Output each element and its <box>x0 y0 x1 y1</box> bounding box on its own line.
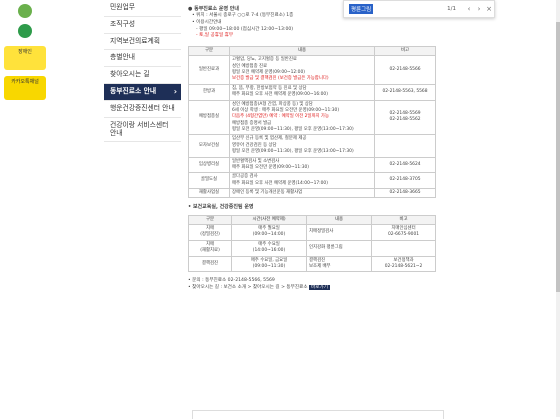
quick-link-3[interactable]: 장애인 <box>4 46 46 70</box>
th-2: 내용 <box>229 45 375 57</box>
service-line: 장애인 등록 및 기능개선운동 재활사업 <box>232 190 303 195</box>
sidebar: 민원업무 조직구성 지역보건의료계획 층별안내 찾아오시는 길 동부진료소 안내… <box>104 0 181 417</box>
footer-directions: • 찾아오시는 길 : 보건소 소개 > 찾아오시는 길 > 동부진료소 바로가… <box>188 284 330 290</box>
service-table-wrap: 구분 내용 비고 일반진료과 고혈압, 당뇨, 고지혈증 등 일반진료 성인 예방접… <box>188 45 436 199</box>
th2-2: 시간(사전 예약제) <box>231 214 307 226</box>
program-time: 매주 수요일 (14:00~16:00) <box>231 239 307 257</box>
program-time: 매주 월요일 (09:00~14:00) <box>231 224 307 241</box>
service-name: 모자보건실 <box>188 134 230 158</box>
quick-link-2[interactable] <box>4 24 46 40</box>
service-row: 재활사업실 장애인 등록 및 기능개선운동 재활사업 02-2148-3665 <box>188 187 436 199</box>
service-row: 임상병리실 일반혈액검사 및 소변검사 매주 화요일 오전만 운영(09:00~11… <box>188 156 436 174</box>
holiday-note: - 토,일 공휴일 휴무 <box>196 33 234 39</box>
find-input[interactable]: 평륜그림 <box>349 4 374 14</box>
service-content: 성인 예방접종(A형 간염, 파상풍 등) 및 상담 6세 이상 학생 : 매주 … <box>229 99 375 136</box>
service-line: 보건증 발급 및 결핵검진 (보건증 발급은 가능합니다) <box>232 76 329 82</box>
service-content: 골다공증 검사 매주 화요일 오후 사전 예약제 운영(14:00~17:00) <box>229 172 375 189</box>
service-note: 02-2148-5566 <box>374 55 436 85</box>
operating-title: • 이용시간안내 <box>192 19 222 25</box>
service-row: 일반진료과 고혈압, 당뇨, 고지혈증 등 일반진료 성인 예방접종 진료 평일 오전… <box>188 55 436 85</box>
program-row: 치매 (재활치료) 매주 수요일 (14:00~16:00) 인지강화 평륜그림 <box>188 239 436 257</box>
program-content: 인지강화 평륜그림 <box>306 239 372 257</box>
sidebar-item-4[interactable]: 층별안내 <box>104 50 181 68</box>
service-name: 골밀도실 <box>188 172 230 189</box>
sidebar-item-8[interactable]: 건강이랑 서비스센터 안내 <box>104 118 181 143</box>
th2-4: 비고 <box>371 214 436 226</box>
service-note: 02-2148-3665 <box>374 187 436 199</box>
previous-result-icon[interactable]: ‹ <box>464 5 474 13</box>
service-name: 재활사업실 <box>188 187 230 199</box>
program-row: 치매 (정밀검진) 매주 월요일 (09:00~14:00) 치매정밀검사 치매안심센… <box>188 224 436 241</box>
service-content: 고혈압, 당뇨, 고지혈증 등 일반진료 성인 예방접종 진료 평일 오전 예약제 … <box>229 55 375 85</box>
th-1: 구분 <box>188 45 230 57</box>
program-time: 매주 수요일, 금요일 (09:00~11:30) <box>231 255 307 273</box>
sidebar-item-1[interactable]: 민원업무 <box>104 0 181 17</box>
service-line: 평일 오전 운영(09:00~11:30), 평일 오후 운영(13:00~17… <box>232 127 354 132</box>
th2-3: 내용 <box>306 214 372 226</box>
scrollbar-thumb[interactable] <box>556 22 560 292</box>
service-note: 02-2148-3705 <box>374 172 436 189</box>
service-row: 골밀도실 골다공증 검사 매주 화요일 오후 사전 예약제 운영(14:00~17:… <box>188 172 436 189</box>
program-note <box>371 239 436 257</box>
sidebar-item-2[interactable]: 조직구성 <box>104 17 181 34</box>
shortcut-button[interactable]: 바로가기 <box>309 284 330 290</box>
service-content: 침, 뜸, 부항, 한방보험약 등 진료 및 상담 매주 화요일 오후 사전 예약… <box>229 83 375 101</box>
find-bar: 평륜그림 1/1 ‹ › × <box>343 0 495 18</box>
service-name: 일반진료과 <box>188 55 230 85</box>
sidebar-item-6-active[interactable]: 동부진료소 안내 <box>104 84 181 101</box>
program-note: 보건정책과 02-2148-5621~2 <box>371 255 436 273</box>
sidebar-item-3[interactable]: 지역보건의료계획 <box>104 34 181 51</box>
service-note <box>374 134 436 158</box>
program-note: 치매안심센터 02-6675-9001 <box>371 224 436 241</box>
find-count: 1/1 <box>447 6 456 12</box>
service-note: 02-2148-5569 02-2148-5562 <box>374 99 436 136</box>
service-row: 모자보건실 임산부 신규 등록 및 엽산제, 철분제 제공 영유아 건강검진 등 상… <box>188 134 436 158</box>
service-row: 한방과 침, 뜸, 부항, 한방보험약 등 진료 및 상담 매주 화요일 오후 사전… <box>188 83 436 101</box>
subsection-title: • 보건교육실, 건강증진팀 운영 <box>188 204 254 211</box>
service-name: 예방접종실 <box>188 99 230 136</box>
program-name: 치매 (정밀검진) <box>188 224 232 241</box>
program-table-wrap: 구분 시간(사전 예약제) 내용 비고 치매 (정밀검진) 매주 월요일 (09:… <box>188 214 436 273</box>
service-note: 02-2148-5624 <box>374 156 436 174</box>
sidebar-item-5[interactable]: 찾아오시는 길 <box>104 67 181 85</box>
kakao-channel-link[interactable]: 카카오톡채널 <box>4 76 46 100</box>
service-line: 매주 화요일 오후 사전 예약제 운영(09:00~16:00) <box>232 92 328 98</box>
program-name: 결핵검진 <box>188 255 232 273</box>
quick-link-strip: 장애인 카카오톡채널 <box>0 0 54 417</box>
service-content: 장애인 등록 및 기능개선운동 재활사업 <box>229 187 375 199</box>
program-name: 치매 (재활치료) <box>188 239 232 257</box>
quick-link-1[interactable] <box>4 4 46 20</box>
service-note: 02-2148-5563, 5568 <box>374 83 436 101</box>
close-icon[interactable]: × <box>484 5 494 13</box>
service-line: 매주 화요일 오후 사전 예약제 운영(14:00~17:00) <box>232 180 328 186</box>
sidebar-item-7[interactable]: 행운건강증진센터 안내 <box>104 101 181 118</box>
service-name: 임상병리실 <box>188 156 230 174</box>
service-name: 한방과 <box>188 83 230 101</box>
th-3: 비고 <box>374 45 436 57</box>
service-row: 예방접종실 성인 예방접종(A형 간염, 파상풍 등) 및 상담 6세 이상 학생 … <box>188 99 436 136</box>
service-content: 일반혈액검사 및 소변검사 매주 화요일 오전만 운영(09:00~11:30) <box>229 156 375 174</box>
service-line: 매주 화요일 오전만 운영(09:00~11:30) <box>232 164 309 170</box>
service-line: 평일 오전 운영(09:00~11:30), 평일 오후 운영(13:00~17… <box>232 149 354 155</box>
operating-hours: - 평일 09:00~18:00 (점심시간 12:00~13:00) <box>196 26 294 32</box>
program-row: 결핵검진 매주 수요일, 금요일 (09:00~11:30) 결핵검진 보조제 배부… <box>188 255 436 273</box>
service-table: 구분 내용 비고 일반진료과 고혈압, 당뇨, 고지혈증 등 일반진료 성인 예방접… <box>188 45 436 199</box>
program-content: 결핵검진 보조제 배부 <box>306 255 372 273</box>
main-content: ● 동부진료소 운영 안내 • 위치 : 서울시 종로구 ○○로 7-4 (동부… <box>188 0 558 419</box>
next-section-border <box>192 410 444 419</box>
next-result-icon[interactable]: › <box>474 5 484 13</box>
service-content: 임산부 신규 등록 및 엽산제, 철분제 제공 영유아 건강검진 등 상담 평일 오… <box>229 134 375 158</box>
program-content: 치매정밀검사 <box>306 224 372 241</box>
program-table: 구분 시간(사전 예약제) 내용 비고 치매 (정밀검진) 매주 월요일 (09:… <box>188 214 436 273</box>
th2-1: 구분 <box>188 214 232 226</box>
footer-contact: • 문의 : 동부진료소 02-2148-5566, 5569 <box>188 278 275 284</box>
